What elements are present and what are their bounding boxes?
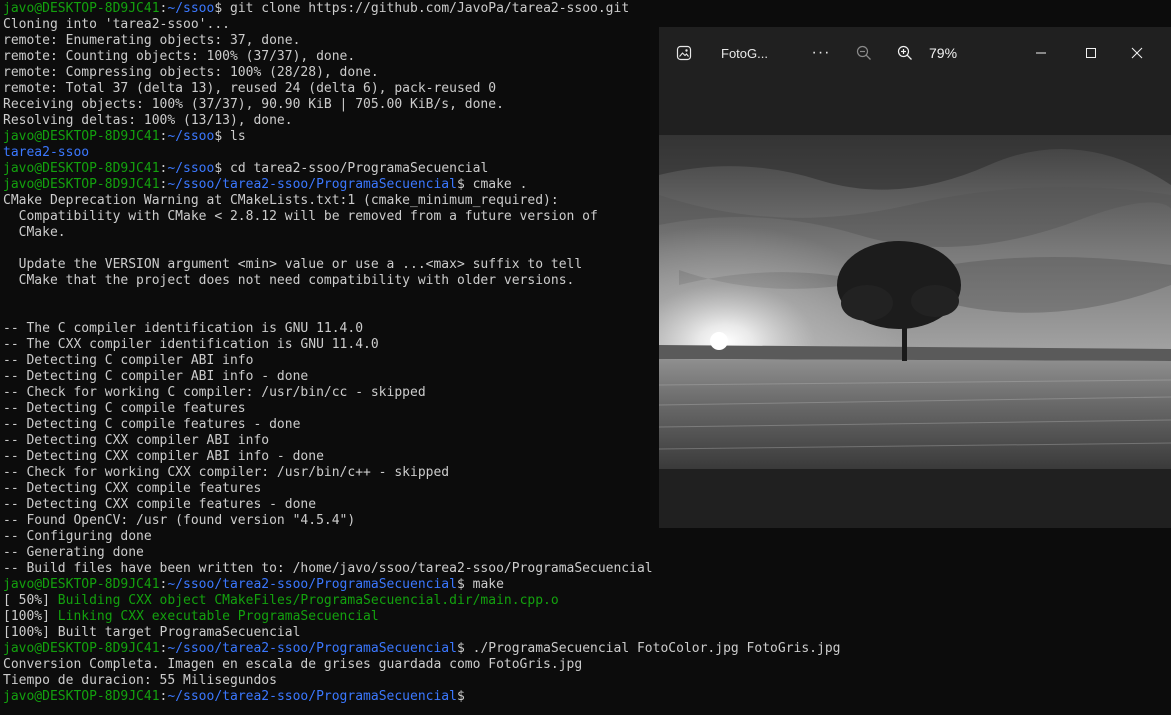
terminal-text: CMake that the project does not need com… — [3, 273, 575, 288]
terminal-text: -- Detecting CXX compiler ABI info - don… — [3, 449, 324, 464]
terminal-text: -- Detecting CXX compile features — [3, 481, 262, 496]
terminal-text: javo@DESKTOP-8D9JC41 — [3, 689, 160, 704]
terminal-text: javo@DESKTOP-8D9JC41 — [3, 577, 160, 592]
viewer-titlebar[interactable]: FotoG... ··· 79% — [659, 27, 1171, 79]
terminal-text: -- Check for working C compiler: /usr/bi… — [3, 385, 426, 400]
terminal-text: Tiempo de duracion: 55 Milisegundos — [3, 673, 277, 688]
terminal-line: javo@DESKTOP-8D9JC41:~/ssoo/tarea2-ssoo/… — [3, 577, 840, 593]
terminal-line: javo@DESKTOP-8D9JC41:~/ssoo/tarea2-ssoo/… — [3, 689, 840, 705]
terminal-line: javo@DESKTOP-8D9JC41:~/ssoo/tarea2-ssoo/… — [3, 641, 840, 657]
zoom-level-label: 79% — [929, 45, 958, 61]
terminal-text: -- Configuring done — [3, 529, 152, 544]
terminal-text: javo@DESKTOP-8D9JC41 — [3, 641, 160, 656]
terminal-text: remote: Counting objects: 100% (37/37), … — [3, 49, 356, 64]
terminal-text: [100%] Built target ProgramaSecuencial — [3, 625, 301, 640]
zoom-out-button[interactable] — [853, 27, 875, 79]
zoom-in-button[interactable] — [894, 27, 916, 79]
terminal-text: remote: Enumerating objects: 37, done. — [3, 33, 301, 48]
terminal-line: [100%] Linking CXX executable ProgramaSe… — [3, 609, 840, 625]
terminal-text: Conversion Completa. Imagen en escala de… — [3, 657, 583, 672]
terminal-line: -- Build files have been written to: /ho… — [3, 561, 840, 577]
maximize-button[interactable] — [1075, 27, 1107, 79]
terminal-text: javo@DESKTOP-8D9JC41 — [3, 1, 160, 16]
terminal-text: -- Detecting C compile features - done — [3, 417, 301, 432]
terminal-line: Conversion Completa. Imagen en escala de… — [3, 657, 840, 673]
terminal-text: $ ./ProgramaSecuencial FotoColor.jpg Fot… — [456, 641, 841, 656]
terminal-text: ~/ssoo — [167, 161, 215, 176]
maximize-icon — [1086, 48, 1096, 58]
terminal-text: ~/ssoo — [167, 129, 215, 144]
terminal-text: -- The CXX compiler identification is GN… — [3, 337, 379, 352]
terminal-text: -- Detecting CXX compiler ABI info — [3, 433, 270, 448]
terminal-text: [100%] — [3, 609, 58, 624]
terminal-text: ~/ssoo/tarea2-ssoo/ProgramaSecuencial — [167, 177, 457, 192]
photo-viewer-window[interactable]: FotoG... ··· 79% — [659, 27, 1171, 528]
landscape-photo-image — [659, 135, 1171, 469]
terminal-text: javo@DESKTOP-8D9JC41 — [3, 177, 160, 192]
terminal-line: Tiempo de duracion: 55 Milisegundos — [3, 673, 840, 689]
minimize-button[interactable] — [1025, 27, 1057, 79]
terminal-text: $ cmake . — [456, 177, 528, 192]
terminal-text: $ cd tarea2-ssoo/ProgramaSecuencial — [214, 161, 489, 176]
terminal-text: ~/ssoo — [167, 1, 215, 16]
terminal-text: remote: Total 37 (delta 13), reused 24 (… — [3, 81, 497, 96]
close-icon — [1131, 47, 1143, 59]
terminal-text: Resolving deltas: 100% (13/13), done. — [3, 113, 293, 128]
terminal-text: -- Detecting C compile features — [3, 401, 246, 416]
terminal-line: -- Configuring done — [3, 529, 840, 545]
terminal-text: CMake. — [3, 225, 66, 240]
terminal-text: -- The C compiler identification is GNU … — [3, 321, 364, 336]
terminal-line: [100%] Built target ProgramaSecuencial — [3, 625, 840, 641]
zoom-in-icon — [897, 45, 912, 60]
terminal-text: javo@DESKTOP-8D9JC41 — [3, 161, 160, 176]
terminal-text: -- Detecting CXX compile features - done — [3, 497, 317, 512]
terminal-text: -- Detecting C compiler ABI info — [3, 353, 254, 368]
terminal-text: -- Generating done — [3, 545, 144, 560]
terminal-text: ~/ssoo/tarea2-ssoo/ProgramaSecuencial — [167, 577, 457, 592]
terminal-text: $ make — [456, 577, 504, 592]
terminal-text: ~/ssoo/tarea2-ssoo/ProgramaSecuencial — [167, 641, 457, 656]
terminal-text: -- Check for working CXX compiler: /usr/… — [3, 465, 450, 480]
terminal-line: javo@DESKTOP-8D9JC41:~/ssoo$ git clone h… — [3, 1, 840, 17]
terminal-text: Building CXX object CMakeFiles/ProgramaS… — [57, 593, 559, 608]
terminal-text: $ — [456, 689, 465, 704]
terminal-text: Linking CXX executable ProgramaSecuencia… — [57, 609, 379, 624]
photos-app-icon[interactable] — [671, 27, 697, 79]
terminal-text: tarea2-ssoo — [3, 145, 90, 160]
terminal-line: -- Generating done — [3, 545, 840, 561]
terminal-text: -- Detecting C compiler ABI info - done — [3, 369, 309, 384]
more-options-button[interactable]: ··· — [809, 27, 833, 79]
minimize-icon — [1036, 52, 1046, 54]
close-button[interactable] — [1121, 27, 1153, 79]
terminal-text: Update the VERSION argument <min> value … — [3, 257, 583, 272]
terminal-text: javo@DESKTOP-8D9JC41 — [3, 129, 160, 144]
terminal-text: $ ls — [214, 129, 246, 144]
terminal-text: Compatibility with CMake < 2.8.12 will b… — [3, 209, 598, 224]
terminal-text: Cloning into 'tarea2-ssoo'... — [3, 17, 230, 32]
terminal-text: -- Build files have been written to: /ho… — [3, 561, 653, 576]
grayscale-photo[interactable] — [659, 135, 1171, 469]
photos-app-icon-glyph — [676, 45, 692, 61]
file-name-label: FotoG... — [721, 45, 768, 61]
terminal-text: -- Found OpenCV: /usr (found version "4.… — [3, 513, 356, 528]
terminal-text: CMake Deprecation Warning at CMakeLists.… — [3, 193, 559, 208]
terminal-text: Receiving objects: 100% (37/37), 90.90 K… — [3, 97, 504, 112]
zoom-out-icon — [856, 45, 871, 60]
terminal-text: $ git clone https://github.com/JavoPa/ta… — [214, 1, 630, 16]
terminal-text: ~/ssoo/tarea2-ssoo/ProgramaSecuencial — [167, 689, 457, 704]
terminal-text: remote: Compressing objects: 100% (28/28… — [3, 65, 379, 80]
terminal-line: [ 50%] Building CXX object CMakeFiles/Pr… — [3, 593, 840, 609]
terminal-text: [ 50%] — [3, 593, 58, 608]
